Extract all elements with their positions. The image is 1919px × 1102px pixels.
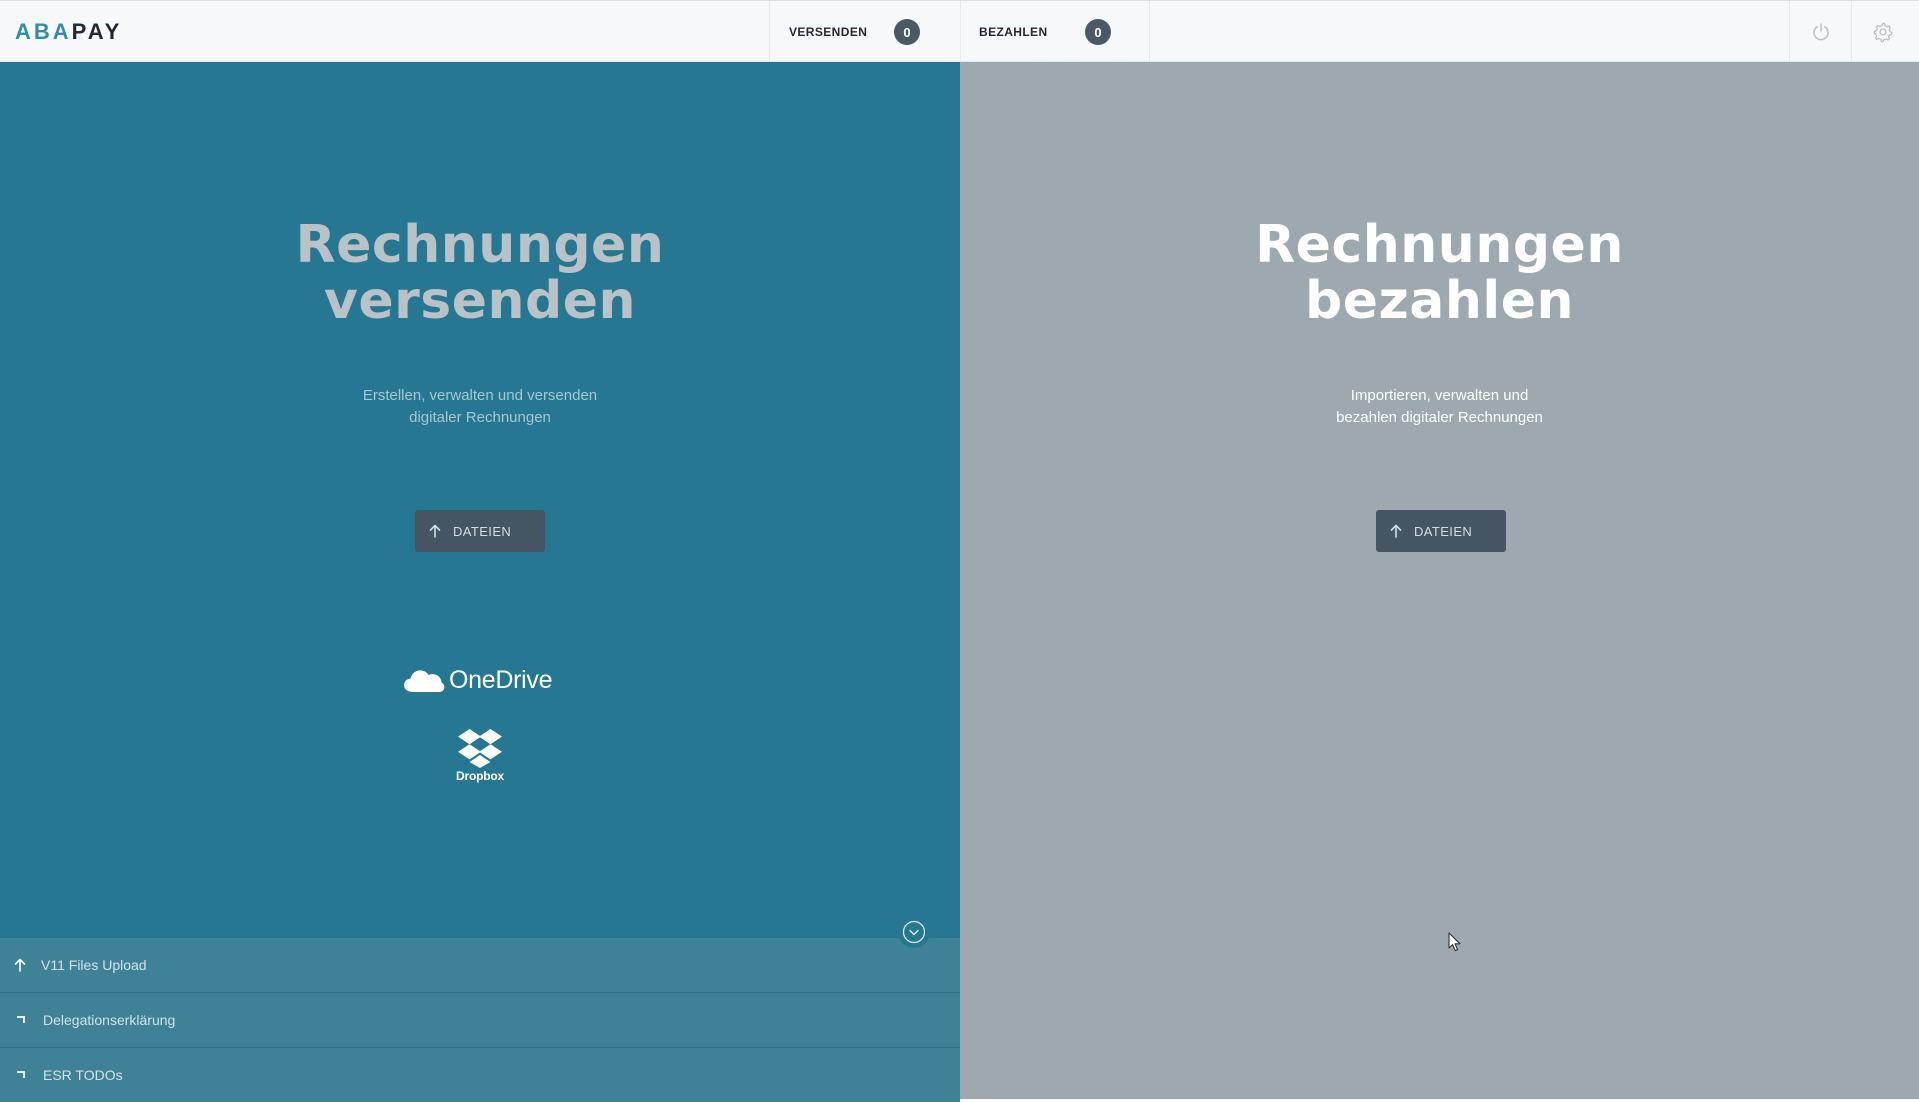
send-panel-description: Erstellen, verwalten und versenden digit…: [330, 385, 630, 429]
send-description-line1: Erstellen, verwalten und versenden: [362, 387, 598, 404]
pay-panel-description: Importieren, verwalten und bezahlen digi…: [1290, 385, 1590, 429]
list-item-label: Delegationserklärung: [43, 1012, 176, 1028]
pay-description-line2: bezahlen digitaler Rechnungen: [1336, 409, 1543, 426]
send-title-line1: Rechnungen: [295, 215, 665, 275]
pay-description-line1: Importieren, verwalten und: [1350, 387, 1529, 404]
list-item-delegationserklaerung[interactable]: Delegationserklärung: [0, 992, 960, 1047]
dropbox-button[interactable]: Dropbox: [455, 728, 505, 783]
power-icon: [1812, 22, 1829, 40]
send-upload-files-button[interactable]: DATEIEN: [415, 510, 545, 552]
bezahlen-count-badge: 0: [1085, 19, 1111, 45]
onedrive-label: OneDrive: [449, 666, 553, 694]
chevron-down-icon: [902, 920, 926, 944]
expand-list-button[interactable]: [898, 916, 930, 948]
pay-title-line1: Rechnungen: [1255, 215, 1624, 275]
top-bar: ABAPAY VERSENDEN 0 BEZAHLEN 0: [0, 0, 1919, 62]
tab-versenden-label: VERSENDEN: [789, 24, 868, 39]
list-item-label: ESR TODOs: [43, 1067, 123, 1083]
tab-bezahlen-label: BEZAHLEN: [979, 24, 1048, 39]
corner-icon: [0, 1015, 43, 1025]
logout-button[interactable]: [1789, 1, 1851, 62]
tab-versenden[interactable]: VERSENDEN 0: [769, 1, 960, 62]
pay-upload-files-button[interactable]: DATEIEN: [1376, 510, 1506, 552]
upload-arrow-icon: [429, 524, 441, 538]
abapay-logo[interactable]: ABAPAY: [15, 20, 122, 44]
list-item-label: V11 Files Upload: [41, 957, 147, 973]
send-panel-title: Rechnungen versenden: [0, 217, 960, 329]
tab-bezahlen[interactable]: BEZAHLEN 0: [960, 1, 1150, 62]
quick-actions-list: V11 Files Upload Delegationserklärung ES…: [0, 937, 960, 1102]
send-description-line2: digitaler Rechnungen: [409, 409, 551, 426]
corner-icon: [0, 1070, 43, 1080]
pay-upload-files-label: DATEIEN: [1414, 523, 1473, 539]
send-upload-files-label: DATEIEN: [453, 523, 512, 539]
dropbox-icon: [458, 729, 502, 768]
send-title-line2: versenden: [323, 271, 637, 331]
settings-button[interactable]: [1851, 1, 1913, 62]
list-item-esr-todos[interactable]: ESR TODOs: [0, 1047, 960, 1102]
versenden-count-badge: 0: [894, 19, 920, 45]
dropbox-label: Dropbox: [456, 769, 504, 783]
gear-icon: [1873, 22, 1892, 42]
logo-part-b: PAY: [71, 19, 123, 44]
upload-arrow-icon: [1390, 524, 1402, 538]
pay-invoices-panel: Rechnungen bezahlen Importieren, verwalt…: [960, 62, 1919, 1099]
pay-title-line2: bezahlen: [1305, 271, 1574, 331]
onedrive-cloud-icon: [404, 669, 445, 692]
pay-panel-title: Rechnungen bezahlen: [960, 217, 1919, 329]
logo-part-a: ABA: [15, 19, 72, 44]
upload-arrow-icon: [0, 958, 41, 972]
list-item-v11-files-upload[interactable]: V11 Files Upload: [0, 937, 960, 992]
onedrive-button[interactable]: OneDrive: [403, 666, 553, 695]
